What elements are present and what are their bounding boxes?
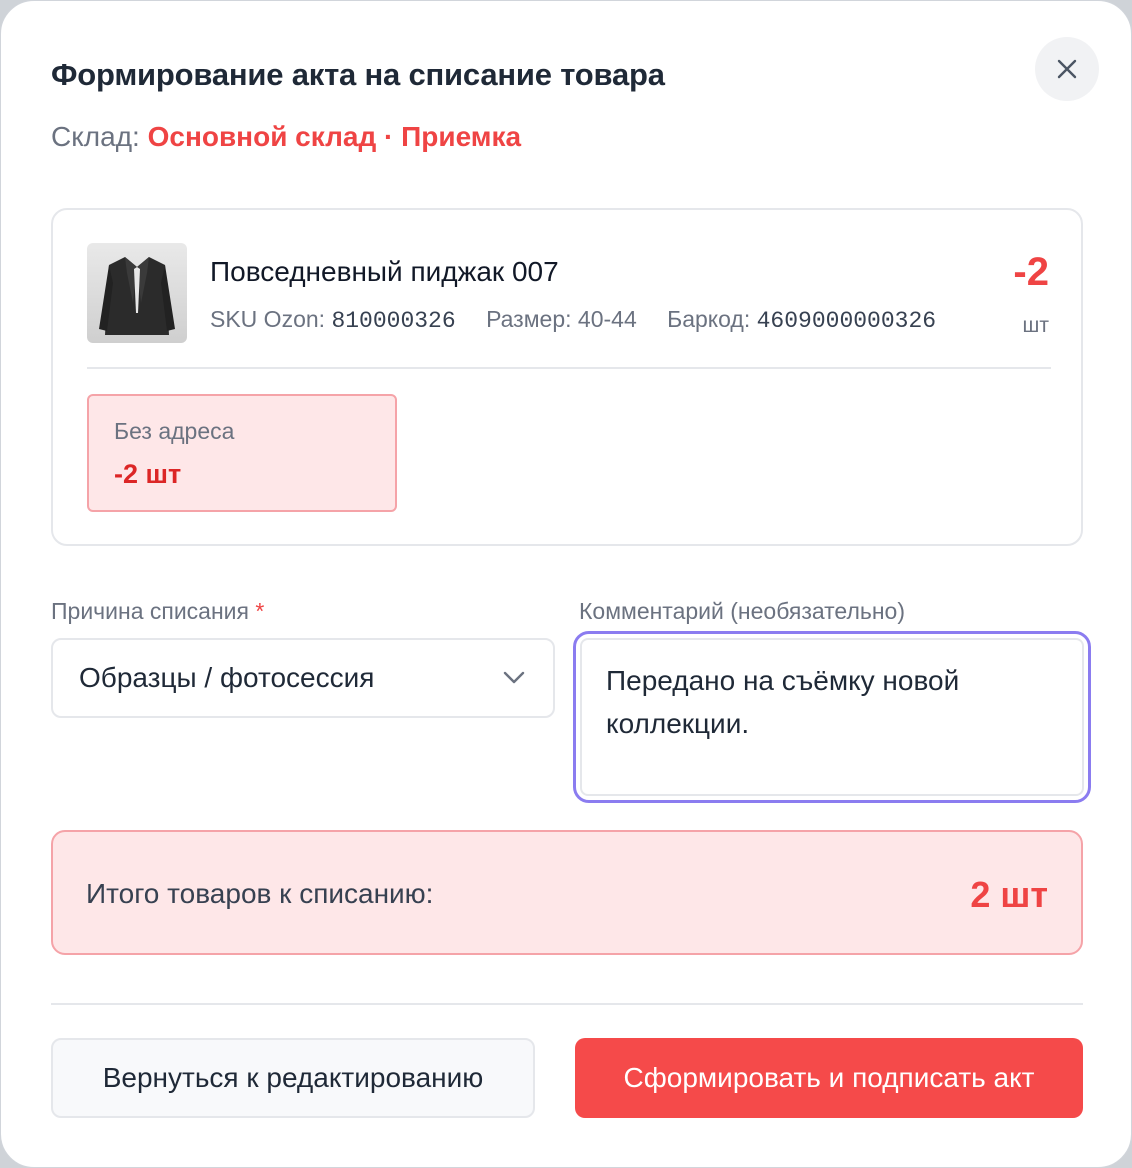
generate-and-sign-button[interactable]: Сформировать и подписать акт: [575, 1038, 1083, 1118]
size-label: Размер:: [486, 306, 572, 332]
warehouse-label: Склад:: [51, 121, 140, 152]
reason-select-value: Образцы / фотосессия: [79, 662, 375, 693]
sku-value: 810000326: [331, 308, 456, 334]
write-off-dialog: Формирование акта на списание товара Скл…: [0, 0, 1132, 1168]
comment-field-label: Комментарий (необязательно): [579, 598, 906, 624]
comment-focus-ring: Передано на съёмку новой коллекции.: [573, 631, 1091, 803]
reason-field-label: Причина списания *: [51, 598, 264, 625]
total-value: 2 шт: [970, 874, 1048, 915]
address-quantity: -2 шт: [114, 459, 182, 489]
size-value: 40-44: [577, 306, 637, 332]
close-button[interactable]: [1035, 37, 1099, 101]
chevron-down-icon: [503, 671, 525, 684]
product-card: Повседневный пиджак 007 SKU Ozon: 810000…: [51, 208, 1083, 546]
product-name: Повседневный пиджак 007: [210, 256, 559, 287]
reason-select[interactable]: Образцы / фотосессия: [51, 638, 555, 718]
reason-label-text: Причина списания: [51, 598, 249, 624]
warehouse-line: Склад: Основной склад · Приемка: [51, 121, 521, 153]
footer-divider: [51, 1003, 1083, 1005]
total-label: Итого товаров к списанию:: [86, 878, 434, 909]
barcode-label: Баркод:: [667, 306, 751, 332]
product-quantity-unit: шт: [1022, 314, 1049, 337]
warehouse-value: Основной склад · Приемка: [147, 121, 522, 152]
total-summary: Итого товаров к списанию: 2 шт: [51, 830, 1083, 955]
address-label: Без адреса: [114, 418, 235, 444]
sku-label: SKU Ozon:: [210, 306, 326, 332]
address-allocation: Без адреса -2 шт: [87, 394, 397, 512]
card-divider: [87, 367, 1051, 369]
close-icon: [1057, 59, 1077, 79]
back-to-edit-button[interactable]: Вернуться к редактированию: [51, 1038, 535, 1118]
barcode-value: 4609000000326: [756, 308, 937, 334]
product-thumbnail: [87, 243, 187, 343]
jacket-thumbnail: [99, 257, 175, 335]
required-mark: *: [255, 598, 265, 624]
dialog-title: Формирование акта на списание товара: [51, 57, 665, 92]
product-quantity: -2: [1013, 250, 1049, 294]
product-meta: SKU Ozon: 810000326 Размер: 40-44 Баркод…: [210, 306, 936, 334]
comment-textarea[interactable]: Передано на съёмку новой коллекции.: [580, 638, 1084, 796]
